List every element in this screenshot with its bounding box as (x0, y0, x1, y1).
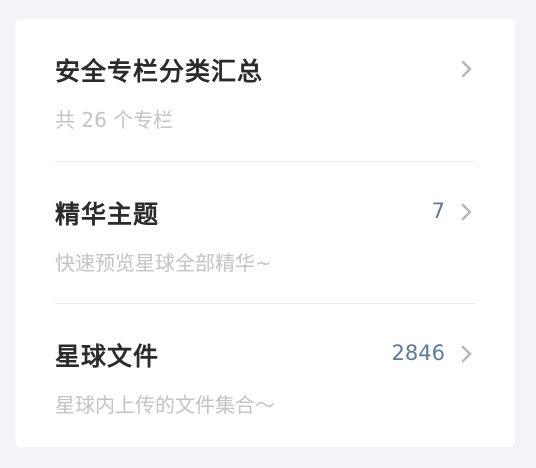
item-count: 2846 (391, 341, 445, 365)
menu-card: 安全专栏分类汇总 共 26 个专栏 精华主题 快速预览星球全部精华~ 7 星球文… (15, 19, 515, 447)
chevron-right-icon (461, 203, 472, 221)
list-item-featured-topics[interactable]: 精华主题 快速预览星球全部精华~ 7 (55, 161, 475, 304)
item-count: 7 (431, 199, 445, 223)
item-subtitle: 星球内上传的文件集合～ (55, 393, 275, 417)
item-subtitle: 快速预览星球全部精华~ (55, 251, 272, 275)
item-title: 安全专栏分类汇总 (55, 57, 264, 86)
item-subtitle: 共 26 个专栏 (55, 108, 174, 132)
list-item-column-summary[interactable]: 安全专栏分类汇总 共 26 个专栏 (55, 19, 475, 161)
item-title: 精华主题 (55, 200, 160, 229)
chevron-right-icon (461, 60, 472, 78)
list-item-planet-files[interactable]: 星球文件 星球内上传的文件集合～ 2846 (55, 303, 475, 446)
chevron-right-icon (461, 345, 472, 363)
item-title: 星球文件 (55, 342, 160, 371)
